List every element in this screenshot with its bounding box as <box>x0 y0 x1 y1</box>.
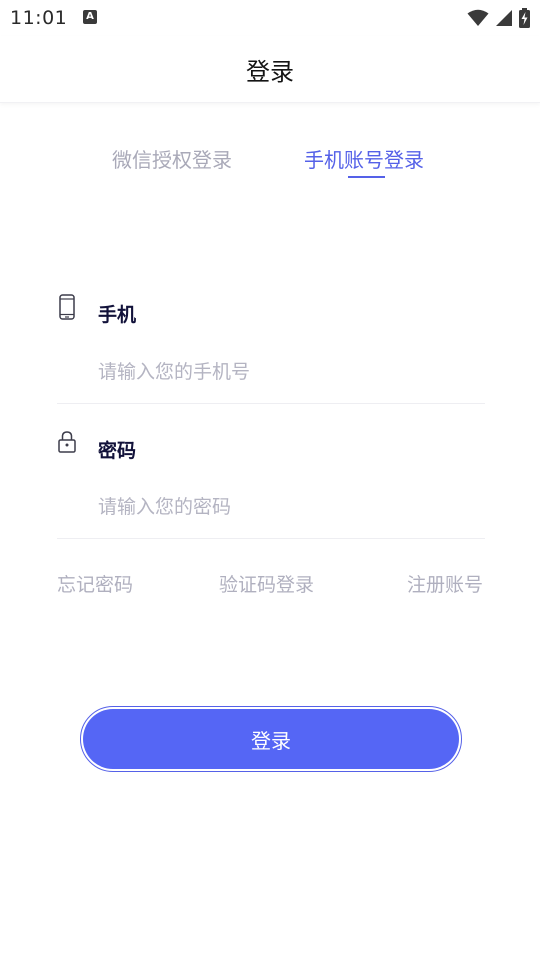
password-divider <box>57 538 485 539</box>
page-title: 登录 <box>246 58 294 86</box>
signal-icon <box>496 10 512 26</box>
phone-icon <box>57 294 77 324</box>
phone-input[interactable] <box>98 352 478 392</box>
lock-icon <box>57 430 77 458</box>
status-icons <box>467 8 530 28</box>
status-bar: 11:01 A <box>0 0 540 36</box>
phone-label: 手机 <box>98 304 137 326</box>
tab-active-indicator <box>348 176 385 178</box>
phone-divider <box>57 403 485 404</box>
battery-charging-icon <box>519 8 530 28</box>
tab-phone-login[interactable]: 手机账号登录 <box>304 144 424 173</box>
register-link[interactable]: 注册账号 <box>407 570 483 597</box>
password-label: 密码 <box>98 440 137 462</box>
login-button-label: 登录 <box>83 709 459 769</box>
status-time: 11:01 <box>10 7 68 29</box>
password-input[interactable] <box>98 487 478 527</box>
code-login-link[interactable]: 验证码登录 <box>219 570 314 597</box>
notification-a-icon: A <box>83 10 97 24</box>
forgot-password-link[interactable]: 忘记密码 <box>57 570 133 597</box>
app-header: 登录 <box>0 36 540 103</box>
login-button[interactable]: 登录 <box>80 706 462 772</box>
wifi-icon <box>467 9 489 26</box>
tab-wechat-login[interactable]: 微信授权登录 <box>112 144 232 173</box>
